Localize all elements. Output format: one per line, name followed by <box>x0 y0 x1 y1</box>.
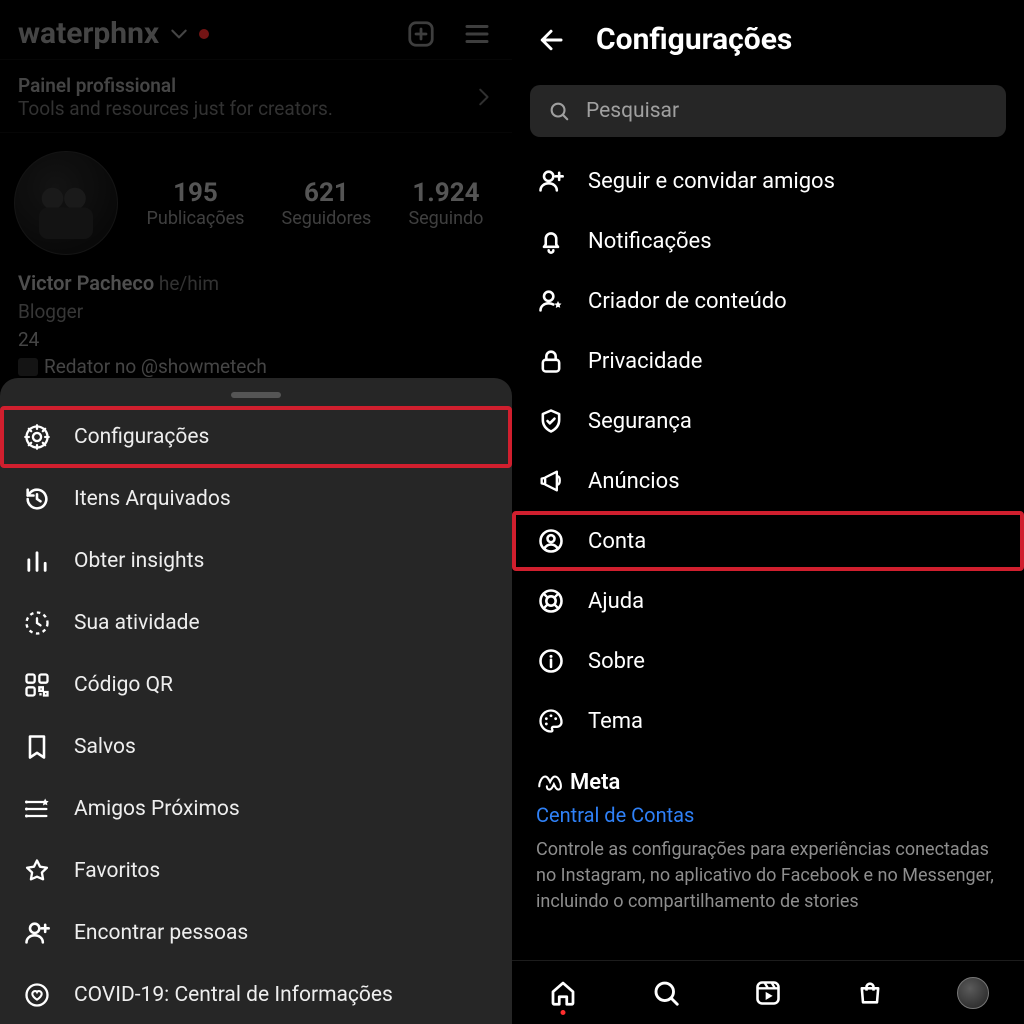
add-person-icon <box>536 166 566 196</box>
dashboard-subtitle: Tools and resources just for creators. <box>18 97 333 120</box>
star-icon <box>22 856 52 886</box>
menu-item-label: Salvos <box>74 735 136 759</box>
bookmark-icon <box>22 732 52 762</box>
bottom-nav <box>512 960 1024 1024</box>
menu-button[interactable] <box>460 17 494 51</box>
settings-item-bell[interactable]: Notificações <box>512 211 1024 271</box>
lifebuoy-icon <box>536 586 566 616</box>
settings-item-label: Sobre <box>588 649 645 674</box>
emoji-square-icon <box>18 358 38 376</box>
nav-profile[interactable] <box>955 975 991 1011</box>
create-post-button[interactable] <box>404 17 438 51</box>
menu-item-activity[interactable]: Sua atividade <box>0 592 512 654</box>
meta-brand: Meta <box>536 769 1000 795</box>
creator-icon <box>536 286 566 316</box>
username: waterphnx <box>18 16 159 51</box>
palette-icon <box>536 706 566 736</box>
professional-dashboard-row[interactable]: Painel profissional Tools and resources … <box>0 59 512 133</box>
info-icon <box>536 646 566 676</box>
menu-item-qr[interactable]: Código QR <box>0 654 512 716</box>
close-friends-icon <box>22 794 52 824</box>
settings-item-label: Criador de conteúdo <box>588 289 787 314</box>
nav-reels[interactable] <box>750 975 786 1011</box>
megaphone-icon <box>536 466 566 496</box>
page-title: Configurações <box>596 22 792 57</box>
add-person-icon <box>22 918 52 948</box>
shield-icon <box>536 406 566 436</box>
profile-stats-row: 195 Publicações 621 Seguidores 1.924 Seg… <box>0 133 512 259</box>
chevron-right-icon <box>472 86 494 108</box>
avatar-icon <box>957 977 989 1009</box>
menu-item-close-friends[interactable]: Amigos Próximos <box>0 778 512 840</box>
profile-avatar[interactable] <box>14 151 118 255</box>
meta-description: Controle as configurações para experiênc… <box>536 827 1000 915</box>
gear-icon <box>22 422 52 452</box>
drag-handle-icon[interactable] <box>231 392 281 398</box>
heart-ring-icon <box>22 980 52 1010</box>
nav-home[interactable] <box>545 975 581 1011</box>
menu-item-bookmark[interactable]: Salvos <box>0 716 512 778</box>
chevron-down-icon <box>169 24 189 44</box>
meta-section: Meta Central de Contas Controle as confi… <box>512 751 1024 915</box>
menu-item-label: Encontrar pessoas <box>74 921 248 945</box>
search-placeholder: Pesquisar <box>586 99 679 123</box>
search-input[interactable]: Pesquisar <box>530 85 1006 137</box>
menu-item-label: Favoritos <box>74 859 160 883</box>
notification-dot-icon <box>199 29 209 39</box>
settings-item-creator[interactable]: Criador de conteúdo <box>512 271 1024 331</box>
stat-followers[interactable]: 621 Seguidores <box>282 178 372 229</box>
settings-item-megaphone[interactable]: Anúncios <box>512 451 1024 511</box>
settings-item-lock[interactable]: Privacidade <box>512 331 1024 391</box>
notification-dot-icon <box>561 1010 566 1015</box>
settings-item-label: Privacidade <box>588 349 702 374</box>
account-icon <box>536 526 566 556</box>
username-switcher[interactable]: waterphnx <box>18 16 209 51</box>
menu-item-label: Itens Arquivados <box>74 487 231 511</box>
menu-item-history[interactable]: Itens Arquivados <box>0 468 512 530</box>
nav-search[interactable] <box>648 975 684 1011</box>
menu-item-label: Amigos Próximos <box>74 797 240 821</box>
settings-item-label: Anúncios <box>588 469 680 494</box>
menu-item-label: Sua atividade <box>74 611 200 635</box>
menu-item-add-person[interactable]: Encontrar pessoas <box>0 902 512 964</box>
menu-item-label: Código QR <box>74 673 173 697</box>
settings-item-account[interactable]: Conta <box>512 511 1024 571</box>
bottom-sheet-menu: Configurações Itens Arquivados Obter insig… <box>0 378 512 1024</box>
settings-item-label: Seguir e convidar amigos <box>588 169 835 194</box>
settings-header: Configurações <box>512 0 1024 71</box>
accounts-center-link[interactable]: Central de Contas <box>536 795 1000 827</box>
settings-item-lifebuoy[interactable]: Ajuda <box>512 571 1024 631</box>
settings-item-info[interactable]: Sobre <box>512 631 1024 691</box>
menu-item-label: Obter insights <box>74 549 204 573</box>
profile-header: waterphnx <box>0 0 512 59</box>
settings-item-label: Tema <box>588 709 643 734</box>
bell-icon <box>536 226 566 256</box>
meta-logo-icon <box>536 769 562 795</box>
dashboard-title: Painel profissional <box>18 74 333 97</box>
settings-item-shield[interactable]: Segurança <box>512 391 1024 451</box>
stat-posts[interactable]: 195 Publicações <box>147 178 245 229</box>
settings-item-label: Conta <box>588 529 646 554</box>
menu-item-star[interactable]: Favoritos <box>0 840 512 902</box>
menu-item-label: Configurações <box>74 425 209 449</box>
activity-icon <box>22 608 52 638</box>
qr-icon <box>22 670 52 700</box>
menu-item-insights[interactable]: Obter insights <box>0 530 512 592</box>
lock-icon <box>536 346 566 376</box>
stat-following[interactable]: 1.924 Seguindo <box>408 178 483 229</box>
settings-item-palette[interactable]: Tema <box>512 691 1024 751</box>
search-icon <box>548 100 570 122</box>
menu-item-label: COVID-19: Central de Informações <box>74 983 393 1007</box>
settings-item-add-person[interactable]: Seguir e convidar amigos <box>512 151 1024 211</box>
nav-shop[interactable] <box>852 975 888 1011</box>
insights-icon <box>22 546 52 576</box>
menu-item-heart-ring[interactable]: COVID-19: Central de Informações <box>0 964 512 1024</box>
settings-item-label: Notificações <box>588 229 712 254</box>
settings-item-label: Ajuda <box>588 589 644 614</box>
menu-item-gear[interactable]: Configurações <box>0 406 512 468</box>
settings-item-label: Segurança <box>588 409 692 434</box>
back-button[interactable] <box>536 25 566 55</box>
history-icon <box>22 484 52 514</box>
